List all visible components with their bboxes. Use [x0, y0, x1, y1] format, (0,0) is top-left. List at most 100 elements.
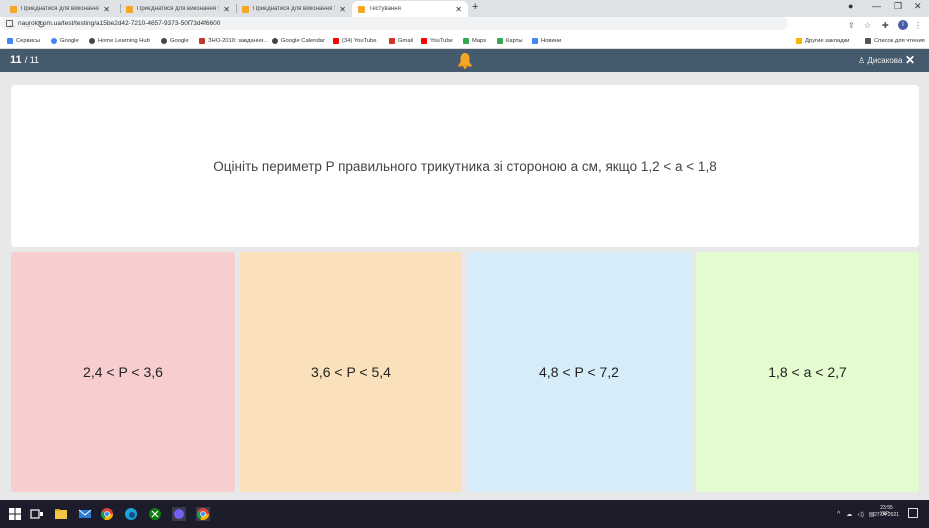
answer-text: 4,8 < P < 7,2: [539, 364, 619, 380]
apps-grid-icon: [7, 38, 13, 44]
gmail-icon: [389, 38, 395, 44]
forward-icon[interactable]: →: [22, 17, 32, 34]
extensions-icon[interactable]: ✚: [882, 19, 889, 32]
tab-title: Приєднатися для виконання те: [21, 6, 100, 12]
answer-option-1[interactable]: 2,4 < P < 3,6: [11, 252, 235, 492]
other-bookmarks[interactable]: Другие закладки: [796, 34, 849, 48]
close-tab-icon[interactable]: ✕: [339, 5, 346, 14]
maps-icon: [497, 38, 503, 44]
xbox-icon[interactable]: [148, 507, 162, 521]
bookmarks-bar: Сервисы Google Home Learning Hub Google …: [0, 34, 929, 49]
close-tab-icon[interactable]: ✕: [103, 5, 110, 14]
youtube-icon: [333, 38, 339, 44]
answer-text: 1,8 < a < 2,7: [768, 364, 847, 380]
bookmark-label: Google: [60, 38, 79, 44]
bookmark-label: Google: [170, 38, 189, 44]
restore-icon[interactable]: ❐: [894, 1, 902, 12]
chrome-active-icon[interactable]: [196, 507, 210, 521]
browser-tab[interactable]: Приєднатися для виконання те ✕: [236, 1, 352, 17]
notifications-icon[interactable]: [908, 508, 918, 518]
bookmark-item[interactable]: Сервисы: [7, 34, 40, 48]
naurok-favicon-icon: [242, 5, 249, 13]
url-text: naurok.com.ua/test/testing/a15be2d42-721…: [18, 20, 221, 27]
answer-text: 3,6 < P < 5,4: [311, 364, 391, 380]
news-icon: [532, 38, 538, 44]
naurok-favicon-icon: [126, 5, 133, 13]
answer-option-2[interactable]: 3,6 < P < 5,4: [240, 252, 462, 492]
current-question-number: 11: [10, 54, 22, 66]
exit-test-icon[interactable]: ✕: [905, 49, 915, 72]
clock-time: 23:55: [880, 505, 893, 511]
tab-search-icon[interactable]: ●: [848, 1, 853, 11]
share-icon[interactable]: ⇪: [848, 19, 855, 32]
browser-tab-strip: Приєднатися для виконання те ✕ Приєднати…: [0, 0, 929, 17]
user-icon: ♙: [858, 56, 866, 65]
bookmark-label: YouTube: [430, 38, 453, 44]
task-view-icon[interactable]: [30, 507, 44, 521]
clock[interactable]: 23:55 27.04.2021: [874, 505, 899, 519]
browser-tab[interactable]: Приєднатися для виконання те ✕: [120, 1, 236, 17]
tab-title: Приєднатися для виконання те: [137, 6, 220, 12]
windows-start-icon[interactable]: [8, 507, 22, 521]
question-text: Оцініть периметр P правильного трикутник…: [213, 158, 717, 174]
bookmark-label: Gmail: [398, 38, 414, 44]
maps-icon: [463, 38, 469, 44]
user-name-text: Дисакова: [867, 56, 903, 65]
browser-toolbar: ← → ↻ naurok.com.ua/test/testing/a15be2d…: [0, 17, 929, 34]
profile-avatar[interactable]: I: [898, 20, 908, 30]
reload-icon[interactable]: ↻: [37, 17, 45, 34]
bookmark-label: Maps: [472, 38, 487, 44]
zno-icon: [199, 38, 205, 44]
new-tab-icon[interactable]: +: [472, 1, 478, 13]
bookmark-item[interactable]: Gmail: [389, 34, 413, 48]
folder-icon: [796, 38, 802, 44]
bookmark-star-icon[interactable]: ☆: [864, 19, 871, 32]
close-tab-icon[interactable]: ✕: [455, 5, 462, 14]
file-explorer-icon[interactable]: [54, 507, 68, 521]
close-tab-icon[interactable]: ✕: [223, 5, 230, 14]
bookmark-item[interactable]: Новини: [532, 34, 561, 48]
viber-icon[interactable]: [172, 507, 186, 521]
back-icon[interactable]: ←: [7, 17, 17, 34]
bookmark-label: Сервисы: [16, 38, 41, 44]
tab-title: Приєднатися для виконання те: [253, 6, 336, 12]
reading-list-icon: [865, 38, 871, 44]
bookmark-item[interactable]: (34) YouTube: [333, 34, 377, 48]
browser-tab-active[interactable]: Тестування ✕: [352, 1, 468, 17]
user-name: ♙ Дисакова: [858, 49, 902, 72]
answer-option-3[interactable]: 4,8 < P < 7,2: [467, 252, 691, 492]
bookmark-item[interactable]: Карты: [497, 34, 523, 48]
bookmark-item[interactable]: YouTube: [421, 34, 453, 48]
onedrive-icon[interactable]: ☁: [846, 511, 852, 518]
bookmark-item[interactable]: ЗНО-2010: завдання...: [199, 34, 268, 48]
edge-icon[interactable]: [124, 507, 138, 521]
browser-tab[interactable]: Приєднатися для виконання те ✕: [4, 1, 116, 17]
bookmark-item[interactable]: Google: [51, 34, 79, 48]
bookmark-label: Карты: [506, 38, 523, 44]
bell-icon[interactable]: [457, 52, 473, 69]
browser-menu-icon[interactable]: ⋮: [914, 19, 922, 32]
bookmark-item[interactable]: Google Calendar: [272, 34, 325, 48]
minimize-icon[interactable]: —: [872, 1, 881, 11]
answer-option-4[interactable]: 1,8 < a < 2,7: [696, 252, 919, 492]
total-questions: / 11: [24, 55, 40, 65]
reading-list[interactable]: Список для чтения: [865, 34, 925, 48]
bookmark-label: Google Calendar: [281, 38, 325, 44]
volume-icon[interactable]: ◁): [857, 511, 864, 518]
bookmark-item[interactable]: Google: [161, 34, 189, 48]
bookmark-label: Другие закладки: [805, 38, 850, 44]
mail-icon[interactable]: [78, 507, 92, 521]
bookmark-item[interactable]: Home Learning Hub: [89, 34, 150, 48]
answer-text: 2,4 < P < 3,6: [83, 364, 163, 380]
globe-icon: [161, 38, 167, 44]
youtube-icon: [421, 38, 427, 44]
address-bar[interactable]: naurok.com.ua/test/testing/a15be2d42-721…: [0, 17, 788, 30]
question-card: Оцініть периметр P правильного трикутник…: [11, 85, 919, 247]
bookmark-item[interactable]: Maps: [463, 34, 486, 48]
show-hidden-icons-icon[interactable]: ^: [837, 511, 840, 518]
naurok-favicon-icon: [358, 5, 365, 13]
globe-icon: [272, 38, 278, 44]
chrome-icon[interactable]: [100, 507, 114, 521]
tab-title: Тестування: [369, 6, 401, 12]
window-close-icon[interactable]: ✕: [914, 1, 922, 12]
